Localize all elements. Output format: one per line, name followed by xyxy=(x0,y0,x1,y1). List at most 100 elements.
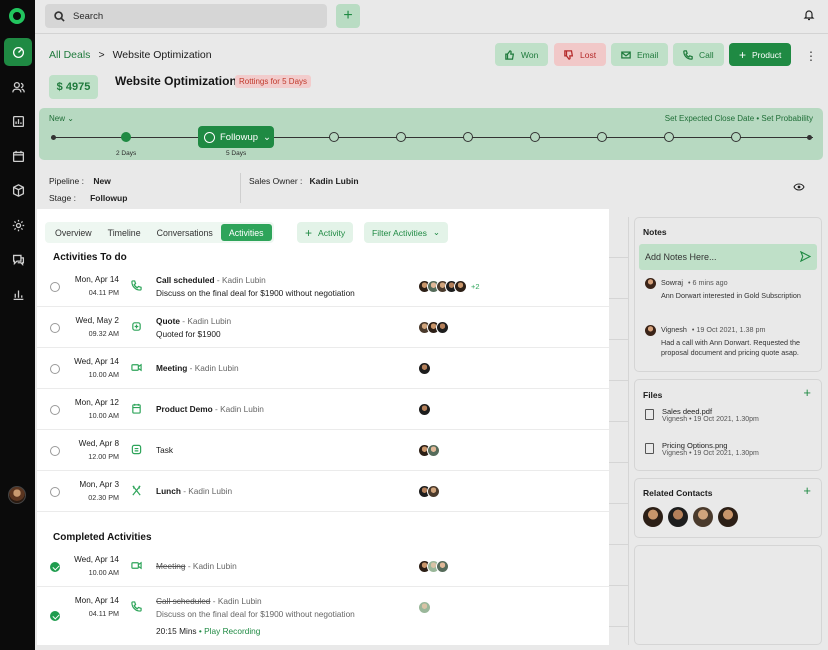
participant-avatars[interactable] xyxy=(418,601,431,614)
stage-dot[interactable] xyxy=(396,132,406,142)
lost-button[interactable]: Lost xyxy=(554,43,607,66)
note-text: Had a call with Ann Dorwart. Requested t… xyxy=(661,338,801,358)
fork-knife-icon xyxy=(131,485,142,496)
notes-title: Notes xyxy=(643,227,667,237)
search-bar[interactable]: Search xyxy=(45,4,327,28)
activity-row[interactable]: Mon, Apr 12 10.00 AM Product Demo - Kadin… xyxy=(37,389,609,430)
stage-dot[interactable] xyxy=(807,135,812,140)
participant-avatars[interactable] xyxy=(418,560,449,573)
activity-row[interactable]: Mon, Apr 3 02.30 PM Lunch - Kadin Lubin xyxy=(37,471,609,512)
play-recording-link[interactable]: Play Recording xyxy=(204,626,260,636)
app-logo[interactable] xyxy=(9,8,25,24)
filter-activities-button[interactable]: Filter Activities ⌄ xyxy=(364,222,449,243)
stage-dot[interactable] xyxy=(329,132,339,142)
stage-dot[interactable] xyxy=(121,132,131,142)
stage-dot[interactable] xyxy=(530,132,540,142)
activity-title: Meeting xyxy=(156,363,188,373)
email-button[interactable]: Email xyxy=(611,43,669,66)
stage-dot[interactable] xyxy=(463,132,473,142)
deals-nav-icon[interactable] xyxy=(4,38,32,66)
participant-avatars[interactable]: +2 xyxy=(418,280,480,293)
contacts-nav-icon[interactable] xyxy=(4,73,32,101)
pipeline-select-label: New xyxy=(49,114,66,123)
breadcrumb-all-deals[interactable]: All Deals xyxy=(49,49,90,61)
stage-days: 2 Days xyxy=(116,150,137,157)
video-icon xyxy=(131,560,142,571)
rotting-badge: Rottings for 5 Days xyxy=(235,75,312,88)
activity-row[interactable]: Wed, May 2 09.32 AM Quote - Kadin Lubin Q… xyxy=(37,307,609,348)
current-stage-chip[interactable]: Followup ⌄ xyxy=(198,126,274,148)
activity-row[interactable]: Wed, Apr 14 10.00 AM Meeting - Kadin Lubi… xyxy=(37,348,609,389)
note-item: Vignesh • 19 Oct 2021, 1.38 pm Had a call… xyxy=(645,325,815,358)
note-time: • 6 mins ago xyxy=(687,278,728,288)
notes-placeholder: Add Notes Here... xyxy=(645,252,717,262)
chevron-down-icon: ⌄ xyxy=(263,131,271,143)
tab-overview[interactable]: Overview xyxy=(47,224,100,241)
document-icon xyxy=(645,409,654,420)
tab-conversations[interactable]: Conversations xyxy=(149,224,221,241)
stage-links[interactable]: Set Expected Close Date • Set Probabilit… xyxy=(665,114,813,123)
reports-nav-icon[interactable] xyxy=(4,107,32,135)
send-icon[interactable] xyxy=(800,251,811,262)
plus-icon: + xyxy=(739,47,747,62)
activity-owner: Kadin Lubin xyxy=(187,316,232,326)
activity-row[interactable]: Mon, Apr 14 04.11 PM Call scheduled - Kad… xyxy=(37,266,609,307)
messages-nav-icon[interactable] xyxy=(4,245,32,273)
activity-row[interactable]: Wed, Apr 8 12.00 PM Task xyxy=(37,430,609,471)
owner-info: Sales Owner : Kadin Lubin xyxy=(249,176,359,186)
participant-avatars[interactable] xyxy=(418,403,431,416)
analytics-nav-icon[interactable] xyxy=(4,280,32,308)
more-options-icon[interactable]: ⋮ xyxy=(805,49,817,63)
add-activity-button[interactable]: + Activity xyxy=(297,222,354,243)
won-button[interactable]: Won xyxy=(495,43,549,66)
avatar[interactable] xyxy=(718,507,738,527)
participant-avatars[interactable] xyxy=(418,362,431,375)
avatar xyxy=(436,321,449,334)
calendar-nav-icon[interactable] xyxy=(4,142,32,170)
chevron-down-icon: ⌄ xyxy=(432,227,441,237)
eye-icon[interactable] xyxy=(793,183,805,191)
pipeline-value: New xyxy=(93,176,111,186)
divider xyxy=(240,173,241,203)
stage-dot[interactable] xyxy=(664,132,674,142)
activity-title: Product Demo xyxy=(156,404,213,414)
add-product-button[interactable]: + Product xyxy=(729,43,792,66)
avatar[interactable] xyxy=(693,507,713,527)
user-avatar[interactable] xyxy=(8,486,26,504)
avatar[interactable] xyxy=(668,507,688,527)
add-button[interactable]: + xyxy=(336,4,360,28)
email-label: Email xyxy=(637,49,659,60)
tab-activities[interactable]: Activities xyxy=(220,224,272,241)
participant-avatars[interactable] xyxy=(418,444,440,457)
won-label: Won xyxy=(521,49,539,60)
stage-dot[interactable] xyxy=(51,135,56,140)
activity-date: Mon, Apr 14 04.11 PM xyxy=(37,274,119,298)
completed-activity-row[interactable]: Mon, Apr 14 04.11 PM Call scheduled - Kad… xyxy=(37,587,609,645)
tab-timeline[interactable]: Timeline xyxy=(100,224,149,241)
stage-dot[interactable] xyxy=(597,132,607,142)
notes-input[interactable]: Add Notes Here... xyxy=(639,244,817,270)
phone-icon xyxy=(131,280,142,291)
activity-date: Wed, Apr 14 10.00 AM xyxy=(37,554,119,578)
bell-icon[interactable] xyxy=(803,9,815,21)
completed-activity-row[interactable]: Wed, Apr 14 10.00 AM Meeting - Kadin Lubi… xyxy=(37,546,609,587)
add-contact-icon[interactable]: + xyxy=(803,483,811,498)
breadcrumb: All Deals > Website Optimization xyxy=(49,49,212,61)
avatar xyxy=(454,280,467,293)
chevron-right-icon: > xyxy=(98,49,105,61)
call-button[interactable]: Call xyxy=(673,43,724,66)
products-nav-icon[interactable] xyxy=(4,176,32,204)
activity-note: Discuss on the final deal for $1900 with… xyxy=(156,287,355,298)
file-item[interactable]: Pricing Options.png Vignesh • 19 Oct 2021… xyxy=(645,441,759,457)
add-file-icon[interactable]: + xyxy=(803,385,811,400)
participant-avatars[interactable] xyxy=(418,321,449,334)
file-item[interactable]: Sales deed.pdf Vignesh • 19 Oct 2021, 1.3… xyxy=(645,407,759,423)
settings-nav-icon[interactable] xyxy=(4,211,32,239)
avatar xyxy=(418,362,431,375)
activity-owner: Kadin Lubin xyxy=(192,561,237,571)
image-icon xyxy=(645,443,654,454)
pipeline-select[interactable]: New ⌄ xyxy=(49,114,74,123)
participant-avatars[interactable] xyxy=(418,485,440,498)
stage-dot[interactable] xyxy=(731,132,741,142)
avatar[interactable] xyxy=(643,507,663,527)
